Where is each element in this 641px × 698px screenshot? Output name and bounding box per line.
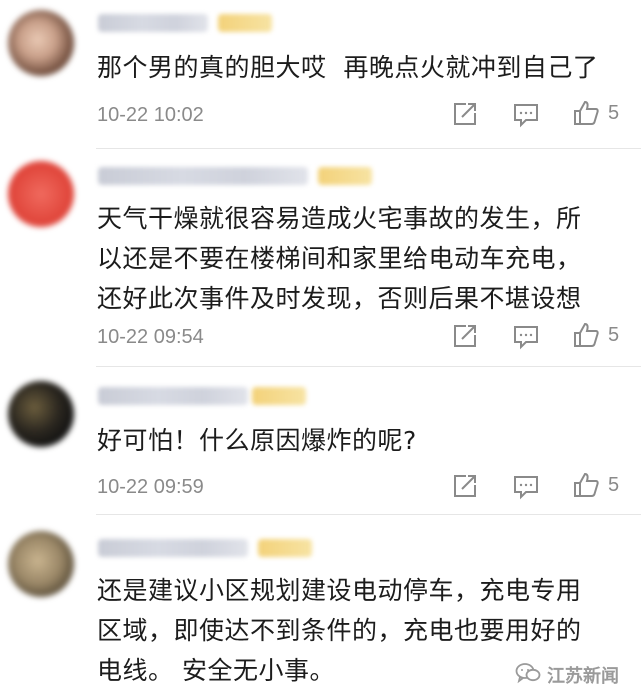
share-icon bbox=[452, 323, 478, 349]
avatar[interactable] bbox=[8, 10, 74, 76]
reply-button[interactable] bbox=[512, 474, 540, 500]
watermark: 江苏新闻 bbox=[515, 662, 619, 688]
username-blurred[interactable] bbox=[98, 539, 248, 557]
wechat-icon bbox=[515, 662, 541, 688]
thumbs-up-icon bbox=[572, 471, 600, 499]
comment-timestamp: 10-22 09:59 bbox=[97, 476, 204, 498]
reply-button[interactable] bbox=[512, 102, 540, 128]
thumbs-up-icon bbox=[572, 321, 600, 349]
comment-item: 好可怕！什么原因爆炸的呢? 10-22 09:59 5 bbox=[0, 367, 641, 514]
user-badge-blurred bbox=[252, 387, 306, 405]
user-badge-blurred bbox=[218, 14, 272, 32]
like-button[interactable]: 5 bbox=[572, 99, 619, 127]
comment-item: 天气干燥就很容易造成火宅事故的发生，所 以还是不要在楼梯间和家里给电动车充电， … bbox=[0, 149, 641, 366]
reply-button[interactable] bbox=[512, 324, 540, 350]
share-button[interactable] bbox=[452, 323, 478, 349]
comment-text: 好可怕！什么原因爆炸的呢? bbox=[97, 426, 417, 455]
share-button[interactable] bbox=[452, 101, 478, 127]
avatar[interactable] bbox=[8, 531, 74, 597]
username-blurred[interactable] bbox=[98, 167, 308, 185]
comment-text: 天气干燥就很容易造成火宅事故的发生，所 以还是不要在楼梯间和家里给电动车充电， … bbox=[97, 204, 582, 313]
user-badge-blurred bbox=[318, 167, 372, 185]
thumbs-up-icon bbox=[572, 99, 600, 127]
like-count: 5 bbox=[608, 323, 620, 346]
comment-timestamp: 10-22 09:54 bbox=[97, 326, 204, 348]
avatar[interactable] bbox=[8, 161, 74, 227]
user-badge-blurred bbox=[258, 539, 312, 557]
like-button[interactable]: 5 bbox=[572, 321, 619, 349]
comment-timestamp: 10-22 10:02 bbox=[97, 104, 204, 126]
like-count: 5 bbox=[608, 473, 620, 496]
watermark-text: 江苏新闻 bbox=[547, 666, 619, 687]
username-blurred[interactable] bbox=[98, 387, 248, 405]
like-button[interactable]: 5 bbox=[572, 471, 619, 499]
like-count: 5 bbox=[608, 101, 620, 124]
comment-text: 那个男的真的胆大哎 再晚点火就冲到自己了 bbox=[97, 53, 599, 82]
avatar[interactable] bbox=[8, 381, 74, 447]
comment-icon bbox=[512, 102, 540, 128]
share-icon bbox=[452, 473, 478, 499]
comment-icon bbox=[512, 474, 540, 500]
share-button[interactable] bbox=[452, 473, 478, 499]
comment-icon bbox=[512, 324, 540, 350]
share-icon bbox=[452, 101, 478, 127]
comment-item: 那个男的真的胆大哎 再晚点火就冲到自己了 10-22 10:02 5 bbox=[0, 0, 641, 148]
username-blurred[interactable] bbox=[98, 14, 208, 32]
